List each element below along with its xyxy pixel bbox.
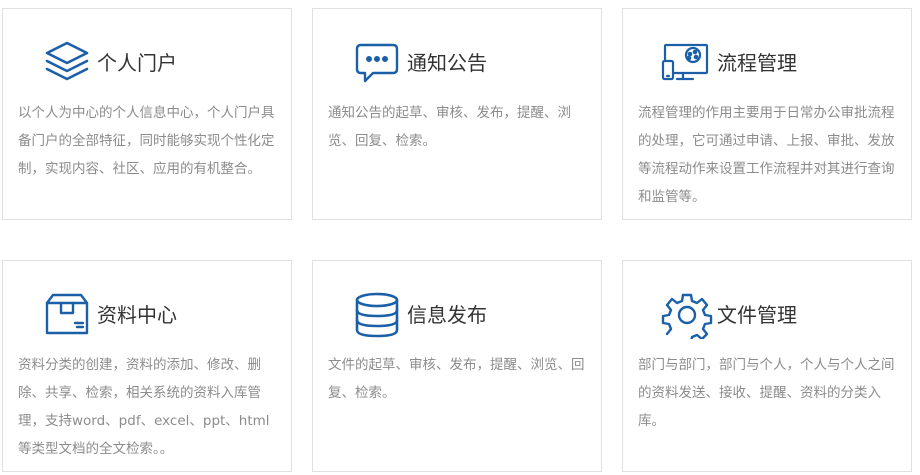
card-header: 资料中心 <box>3 291 291 339</box>
card-header: 流程管理 <box>623 39 911 87</box>
layers-icon <box>39 39 95 87</box>
card-description: 文件的起草、审核、发布，提醒、浏览、回复、检索。 <box>328 357 585 401</box>
chat-bubble-icon <box>349 39 405 87</box>
feature-card-workflow[interactable]: 流程管理 流程管理的作用主要用于日常办公审批流程的处理，它可通过申请、上报、审批… <box>622 8 912 220</box>
feature-card-notice[interactable]: 通知公告 通知公告的起草、审核、发布，提醒、浏览、回复、检索。 <box>312 8 602 220</box>
card-header: 信息发布 <box>313 291 601 339</box>
card-description: 资料分类的创建，资料的添加、修改、删除、共享、检索，相关系统的资料入库管理，支持… <box>18 357 270 457</box>
card-title: 信息发布 <box>407 303 487 327</box>
feature-grid: 个人门户 以个人为中心的个人信息中心，个人门户具备门户的全部特征，同时能够实现个… <box>0 0 920 475</box>
box-icon <box>39 291 95 339</box>
card-title: 流程管理 <box>717 51 797 75</box>
card-description: 部门与部门，部门与个人，个人与个人之间的资料发送、接收、提醒、资料的分类入库。 <box>638 357 895 429</box>
feature-card-personal-portal[interactable]: 个人门户 以个人为中心的个人信息中心，个人门户具备门户的全部特征，同时能够实现个… <box>2 8 292 220</box>
card-description: 流程管理的作用主要用于日常办公审批流程的处理，它可通过申请、上报、审批、发放等流… <box>638 105 895 205</box>
card-description: 以个人为中心的个人信息中心，个人门户具备门户的全部特征，同时能够实现个性化定制，… <box>18 105 275 177</box>
card-description: 通知公告的起草、审核、发布，提醒、浏览、回复、检索。 <box>328 105 571 149</box>
monitor-workflow-icon <box>659 39 715 87</box>
card-title: 通知公告 <box>407 51 487 75</box>
card-title: 资料中心 <box>97 303 177 327</box>
feature-card-info-publish[interactable]: 信息发布 文件的起草、审核、发布，提醒、浏览、回复、检索。 <box>312 260 602 472</box>
gear-icon <box>659 291 715 339</box>
card-header: 文件管理 <box>623 291 911 339</box>
database-icon <box>349 291 405 339</box>
card-title: 个人门户 <box>97 51 177 75</box>
feature-card-document-center[interactable]: 资料中心 资料分类的创建，资料的添加、修改、删除、共享、检索，相关系统的资料入库… <box>2 260 292 472</box>
card-header: 个人门户 <box>3 39 291 87</box>
card-title: 文件管理 <box>717 303 797 327</box>
feature-card-file-management[interactable]: 文件管理 部门与部门，部门与个人，个人与个人之间的资料发送、接收、提醒、资料的分… <box>622 260 912 472</box>
card-header: 通知公告 <box>313 39 601 87</box>
